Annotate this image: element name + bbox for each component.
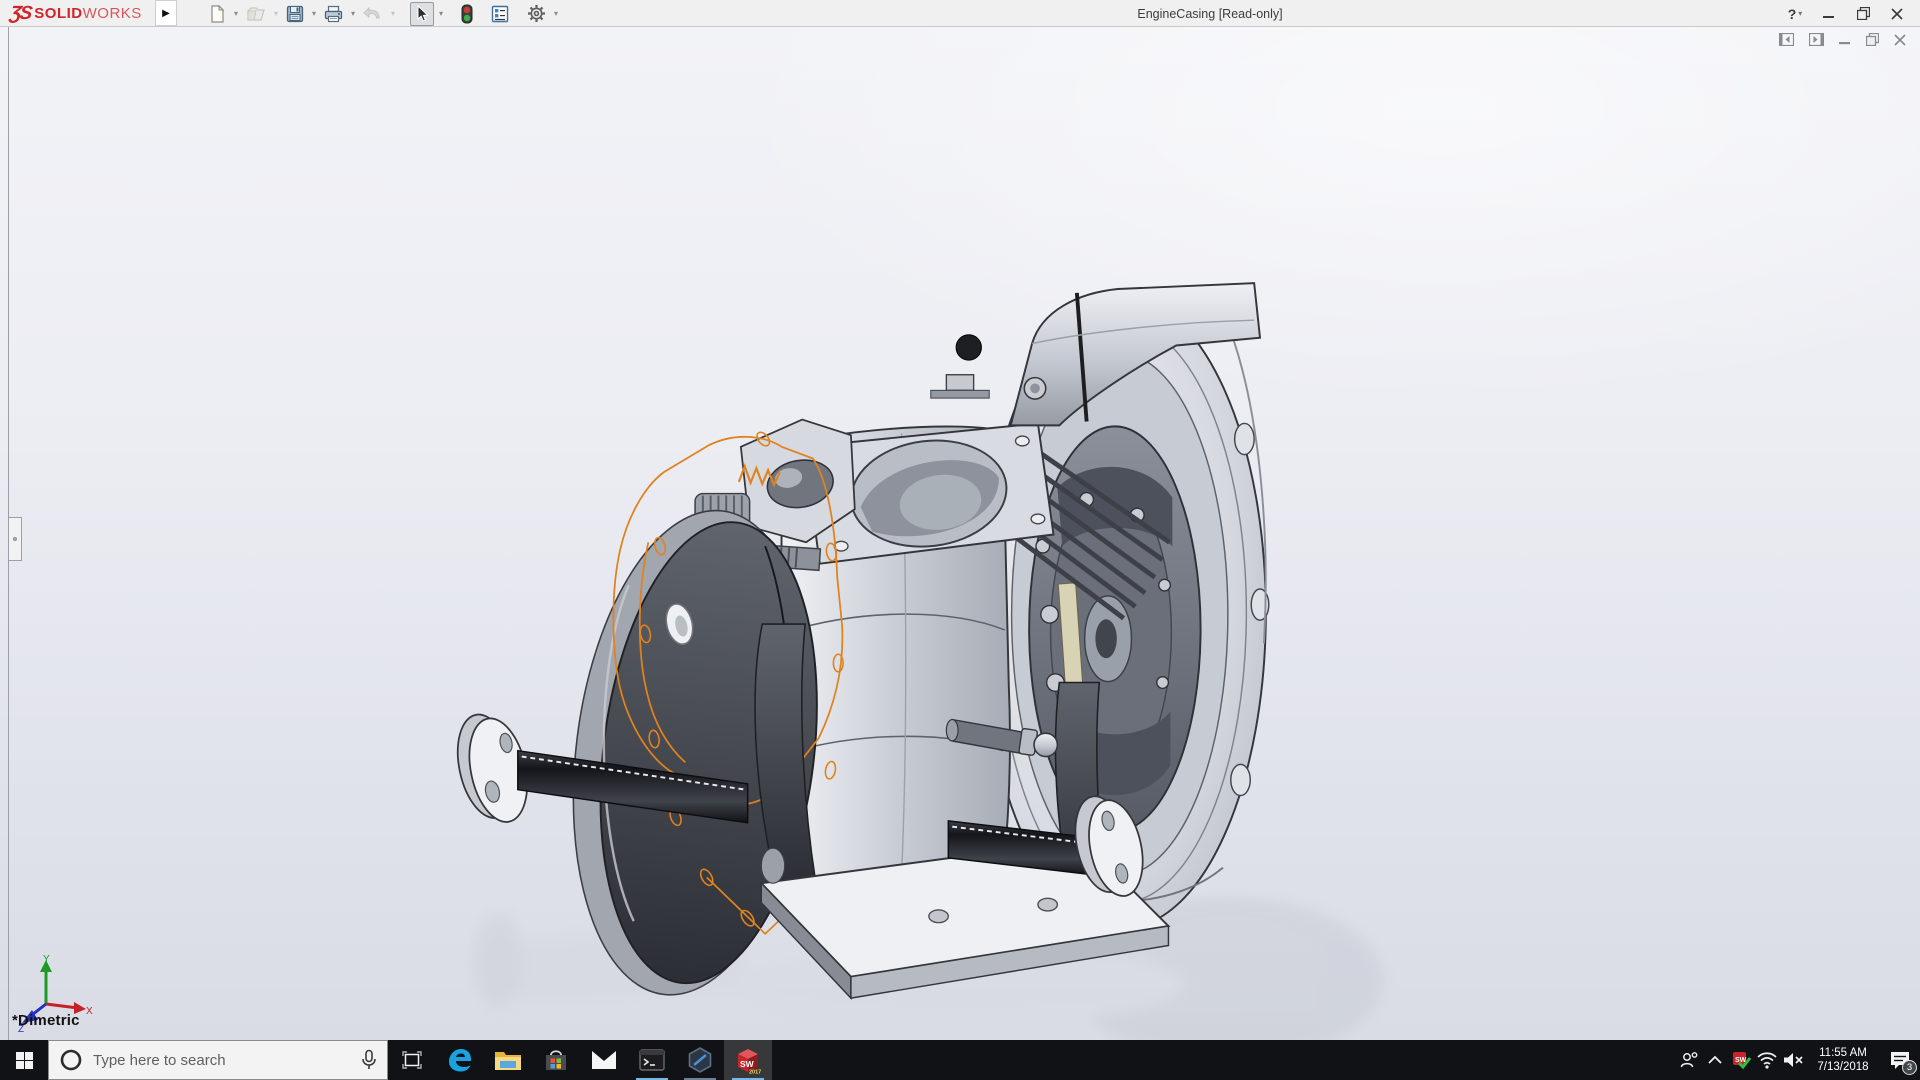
- menu-expand-button[interactable]: ▶: [155, 0, 177, 26]
- taskbar-item-mail[interactable]: [580, 1040, 628, 1080]
- triad-x-label: X: [86, 1006, 93, 1017]
- window-controls: ? ▾: [1780, 0, 1912, 27]
- solidworks-cube-icon: SW 2017: [733, 1045, 763, 1075]
- edge-icon: [446, 1046, 474, 1074]
- solidworks-monitor-tray[interactable]: SW: [1728, 1040, 1754, 1080]
- 3d-viewport[interactable]: Y X Z *Dimetric: [0, 27, 1920, 1040]
- document-window-controls: [1779, 33, 1906, 46]
- doc-close-icon[interactable]: [1894, 34, 1906, 46]
- help-icon: ?: [1788, 6, 1797, 22]
- taskbar-item-store[interactable]: [532, 1040, 580, 1080]
- tray-overflow-button[interactable]: [1702, 1040, 1728, 1080]
- gear-icon: [527, 4, 546, 23]
- print-button[interactable]: [321, 2, 346, 26]
- volume-muted-icon: [1782, 1051, 1804, 1069]
- windows-logo-icon: [16, 1052, 33, 1069]
- clock[interactable]: 11:55 AM 7/13/2018: [1806, 1040, 1880, 1080]
- traffic-light-icon: [461, 4, 473, 24]
- task-view-button[interactable]: [388, 1040, 436, 1080]
- wifi-tray[interactable]: [1754, 1040, 1780, 1080]
- system-tray: SW 11:55 AM 7/13/2018: [1676, 1040, 1920, 1080]
- help-button[interactable]: ? ▾: [1780, 1, 1810, 27]
- notification-badge: 3: [1902, 1060, 1917, 1075]
- rebuild-button[interactable]: [458, 2, 476, 26]
- triad-y-label: Y: [43, 954, 50, 965]
- new-document-button[interactable]: [205, 2, 229, 26]
- search-placeholder: Type here to search: [93, 1052, 351, 1069]
- doc-restore-icon[interactable]: [1866, 33, 1879, 46]
- print-dropdown[interactable]: ▾: [348, 9, 358, 18]
- sw-label: SW: [740, 1059, 755, 1069]
- people-button[interactable]: [1676, 1040, 1702, 1080]
- start-button[interactable]: [0, 1040, 48, 1080]
- taskbar-search-box[interactable]: Type here to search: [48, 1040, 388, 1080]
- taskbar-item-command-prompt[interactable]: [628, 1040, 676, 1080]
- new-dropdown[interactable]: ▾: [231, 9, 241, 18]
- new-document-icon: [208, 5, 226, 23]
- command-prompt-icon: [639, 1049, 665, 1071]
- microphone-icon[interactable]: [361, 1049, 377, 1071]
- doc-minimize-icon[interactable]: [1839, 34, 1851, 46]
- save-floppy-icon: [286, 5, 304, 23]
- window-title: EngineCasing [Read-only]: [1137, 0, 1282, 27]
- printer-icon: [324, 5, 343, 23]
- chevron-up-icon: [1707, 1055, 1723, 1065]
- play-arrow-icon: ▶: [162, 8, 170, 19]
- wifi-icon: [1756, 1051, 1778, 1069]
- save-button[interactable]: [283, 2, 307, 26]
- solidworks-logo: ƷS SOLID WORKS: [10, 1, 142, 26]
- cortana-icon: [59, 1048, 83, 1072]
- taskbar-item-solidworks[interactable]: SW 2017: [724, 1040, 772, 1080]
- restore-button[interactable]: [1848, 1, 1878, 27]
- engine-casing-model[interactable]: [0, 27, 1920, 1040]
- pane-previous-icon[interactable]: [1779, 33, 1794, 46]
- select-cursor-icon: [414, 5, 430, 23]
- people-icon: [1679, 1051, 1699, 1069]
- options-button[interactable]: [524, 2, 549, 26]
- open-dropdown: ▾: [271, 9, 281, 18]
- mail-icon: [590, 1049, 618, 1071]
- minimize-icon: [1823, 8, 1835, 20]
- quick-access-toolbar: ▾ ▾ ▾: [205, 0, 561, 27]
- taskbar-item-file-explorer[interactable]: [484, 1040, 532, 1080]
- close-button[interactable]: [1882, 1, 1912, 27]
- file-properties-icon: [491, 5, 509, 23]
- taskbar-item-edge[interactable]: [436, 1040, 484, 1080]
- action-center-button[interactable]: 3: [1880, 1040, 1920, 1080]
- task-view-icon: [402, 1051, 422, 1069]
- volume-tray[interactable]: [1780, 1040, 1806, 1080]
- close-icon: [1891, 8, 1903, 20]
- tray-date: 7/13/2018: [1817, 1060, 1868, 1074]
- solidworks-logo-mark: ƷS: [8, 3, 31, 25]
- minimize-button[interactable]: [1814, 1, 1844, 27]
- open-button[interactable]: [243, 2, 269, 26]
- view-orientation-label: *Dimetric: [12, 1012, 80, 1029]
- save-dropdown[interactable]: ▾: [309, 9, 319, 18]
- taskbar: Type here to search: [0, 1040, 1920, 1080]
- file-explorer-icon: [494, 1048, 522, 1072]
- file-properties-button[interactable]: [488, 2, 512, 26]
- titlebar: ƷS SOLID WORKS ▶ ▾ ▾: [0, 0, 1920, 27]
- select-dropdown[interactable]: ▾: [436, 9, 446, 18]
- tray-time: 11:55 AM: [1819, 1046, 1867, 1060]
- restore-icon: [1857, 7, 1870, 20]
- select-tool-button[interactable]: [410, 2, 434, 26]
- undo-arrow-icon: [363, 5, 383, 23]
- store-icon: [543, 1047, 569, 1073]
- options-dropdown[interactable]: ▾: [551, 9, 561, 18]
- undo-button: [360, 2, 386, 26]
- sw-year: 2017: [749, 1070, 761, 1076]
- pane-next-icon[interactable]: [1809, 33, 1824, 46]
- undo-dropdown: ▾: [388, 9, 398, 18]
- edrawings-hexagon-icon: [686, 1046, 714, 1074]
- solidworks-check-icon: SW: [1731, 1050, 1751, 1070]
- open-folder-icon: [246, 5, 266, 23]
- taskbar-item-edrawings[interactable]: [676, 1040, 724, 1080]
